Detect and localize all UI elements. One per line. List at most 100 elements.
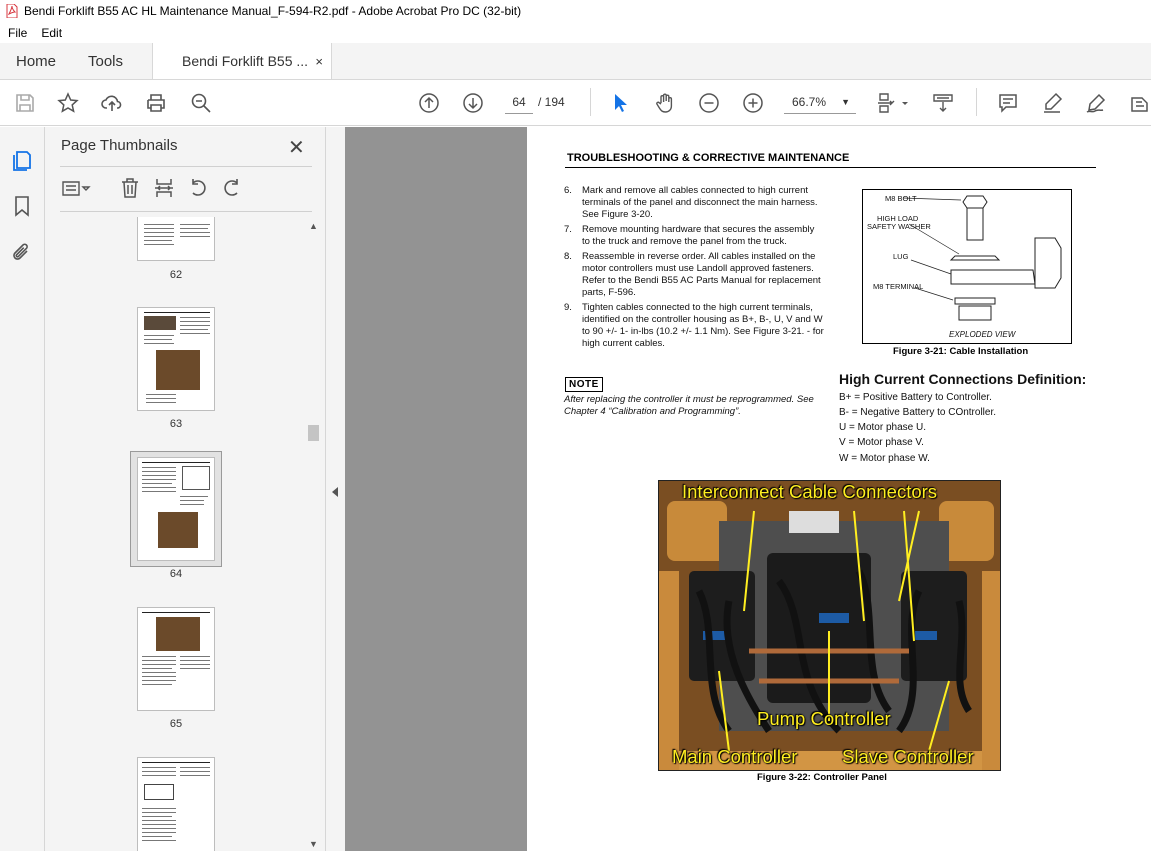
step-number: 8. — [564, 251, 572, 262]
definition-line: B+ = Positive Battery to Controller. — [839, 392, 992, 403]
definition-line: B- = Negative Battery to COntroller. — [839, 407, 997, 418]
menu-file[interactable]: File — [8, 26, 27, 40]
tab-document-label: Bendi Forklift B55 ... — [182, 53, 309, 69]
stamp-icon[interactable] — [1127, 91, 1151, 115]
save-icon[interactable] — [13, 91, 37, 115]
tab-bar: Home Tools Bendi Forklift B55 ... × — [0, 43, 1151, 80]
hand-tool-icon[interactable] — [653, 91, 677, 115]
toolbar — [0, 80, 1151, 126]
note-text: After replacing the controller it must b… — [564, 394, 814, 417]
zoom-in-icon[interactable] — [741, 91, 765, 115]
thumbnail-scrollbar[interactable]: ▲ ▼ — [307, 217, 320, 851]
figure-label-washer-2: SAFETY WASHER — [867, 222, 931, 231]
step-item: 6. Mark and remove all cables connected t… — [564, 185, 824, 221]
callout-pump-controller: Pump Controller — [757, 708, 891, 729]
chevron-down-icon[interactable]: ▼ — [307, 839, 320, 849]
attachment-icon[interactable] — [11, 241, 33, 263]
definition-line: V = Motor phase V. — [839, 437, 924, 448]
thumbnail-label: 65 — [169, 718, 183, 730]
tab-tools[interactable]: Tools — [72, 43, 152, 79]
window-title: Bendi Forklift B55 AC HL Maintenance Man… — [24, 4, 522, 18]
chevron-down-icon: ▼ — [841, 97, 850, 107]
thumbnail-options-icon[interactable] — [61, 177, 91, 201]
panel-title: Page Thumbnails — [61, 137, 178, 154]
comment-icon[interactable] — [996, 91, 1020, 115]
upload-cloud-icon[interactable] — [100, 91, 124, 115]
thumbnail-page-64[interactable] — [137, 457, 215, 561]
page-header: TROUBLESHOOTING & CORRECTIVE MAINTENANCE — [567, 152, 850, 164]
definition-line: W = Motor phase W. — [839, 453, 930, 464]
close-icon[interactable]: ✕ — [288, 135, 305, 160]
page-number-input[interactable]: 64 — [505, 90, 533, 114]
controller-panel-photo: Interconnect Cable Connectors Pump Contr… — [658, 480, 1001, 771]
header-rule — [565, 167, 1096, 168]
chevron-left-icon — [332, 487, 338, 497]
thumbnail-page-62[interactable] — [137, 217, 215, 261]
thumbnail-label: 63 — [169, 418, 183, 430]
divider — [60, 211, 312, 212]
step-item: 9. Tighten cables connected to the high c… — [564, 302, 824, 350]
step-number: 7. — [564, 224, 572, 235]
panel-collapse-handle[interactable] — [325, 127, 345, 851]
thumbnail-page-63[interactable] — [137, 307, 215, 411]
panel-toolbar — [59, 177, 309, 203]
thumbnail-page-65[interactable] — [137, 607, 215, 711]
rotate-right-icon[interactable] — [221, 177, 245, 201]
tab-document[interactable]: Bendi Forklift B55 ... × — [152, 43, 332, 79]
menu-bar: File Edit — [0, 22, 1151, 43]
page-fit-icon[interactable] — [876, 91, 900, 115]
rotate-left-icon[interactable] — [187, 177, 211, 201]
insert-page-icon[interactable] — [153, 177, 177, 201]
figure-label-lug: LUG — [893, 252, 909, 261]
tab-home[interactable]: Home — [0, 43, 72, 79]
step-text: Remove mounting hardware that secures th… — [582, 224, 815, 247]
delete-icon[interactable] — [119, 177, 143, 201]
scrollbar-thumb[interactable] — [308, 425, 319, 441]
zoom-out-icon[interactable] — [697, 91, 721, 115]
step-number: 9. — [564, 302, 572, 313]
thumbnail-label: 64 — [169, 568, 183, 580]
document-viewer[interactable]: TROUBLESHOOTING & CORRECTIVE MAINTENANCE… — [345, 127, 1151, 851]
step-item: 7. Remove mounting hardware that secures … — [564, 224, 824, 248]
step-text: Reassemble in reverse order. All cables … — [582, 251, 821, 298]
pdf-page: TROUBLESHOOTING & CORRECTIVE MAINTENANCE… — [527, 127, 1151, 851]
definition-line: U = Motor phase U. — [839, 422, 926, 433]
figure-label-terminal: M8 TERMINAL — [873, 282, 924, 291]
figure-label-view: EXPLODED VIEW — [949, 330, 1016, 339]
step-text: Tighten cables connected to the high cur… — [582, 302, 824, 349]
callout-interconnect: Interconnect Cable Connectors — [682, 481, 938, 502]
page-thumbnails-icon[interactable] — [11, 149, 33, 171]
page-up-icon[interactable] — [417, 91, 441, 115]
sign-pen-icon[interactable] — [1084, 91, 1108, 115]
search-zoom-icon[interactable] — [189, 91, 213, 115]
bookmark-star-icon[interactable] — [56, 91, 80, 115]
print-icon[interactable] — [144, 91, 168, 115]
zoom-value: 66.7% — [792, 95, 827, 109]
zoom-select[interactable]: 66.7% ▼ — [784, 90, 856, 114]
select-cursor-icon[interactable] — [608, 91, 632, 115]
step-item: 8. Reassemble in reverse order. All cable… — [564, 251, 824, 299]
thumbnails-panel: Page Thumbnails ✕ 62 63 64 65 ▲ ▼ — [45, 127, 325, 851]
note-label: NOTE — [565, 377, 603, 392]
exploded-view-drawing — [902, 195, 1062, 321]
figure-caption: Figure 3-22: Controller Panel — [757, 772, 887, 783]
step-text: Mark and remove all cables connected to … — [582, 185, 818, 220]
tab-close-icon[interactable]: × — [315, 54, 323, 69]
toolbar-separator — [976, 88, 977, 116]
step-number: 6. — [564, 185, 572, 196]
scroll-mode-icon[interactable] — [931, 91, 955, 115]
menu-edit[interactable]: Edit — [41, 26, 62, 40]
title-bar: Bendi Forklift B55 AC HL Maintenance Man… — [0, 0, 1151, 22]
thumbnail-page-66[interactable] — [137, 757, 215, 851]
section-title: High Current Connections Definition: — [839, 371, 1087, 387]
divider — [60, 166, 312, 167]
chevron-down-icon[interactable] — [900, 91, 910, 115]
callout-main-controller: Main Controller — [672, 746, 798, 767]
chevron-up-icon[interactable]: ▲ — [307, 221, 320, 231]
figure-caption: Figure 3-21: Cable Installation — [893, 346, 1029, 357]
page-down-icon[interactable] — [461, 91, 485, 115]
toolbar-separator — [590, 88, 591, 116]
figure-label-bolt: M8 BOLT — [885, 194, 917, 203]
highlight-pen-icon[interactable] — [1040, 91, 1064, 115]
bookmarks-icon[interactable] — [11, 195, 33, 217]
